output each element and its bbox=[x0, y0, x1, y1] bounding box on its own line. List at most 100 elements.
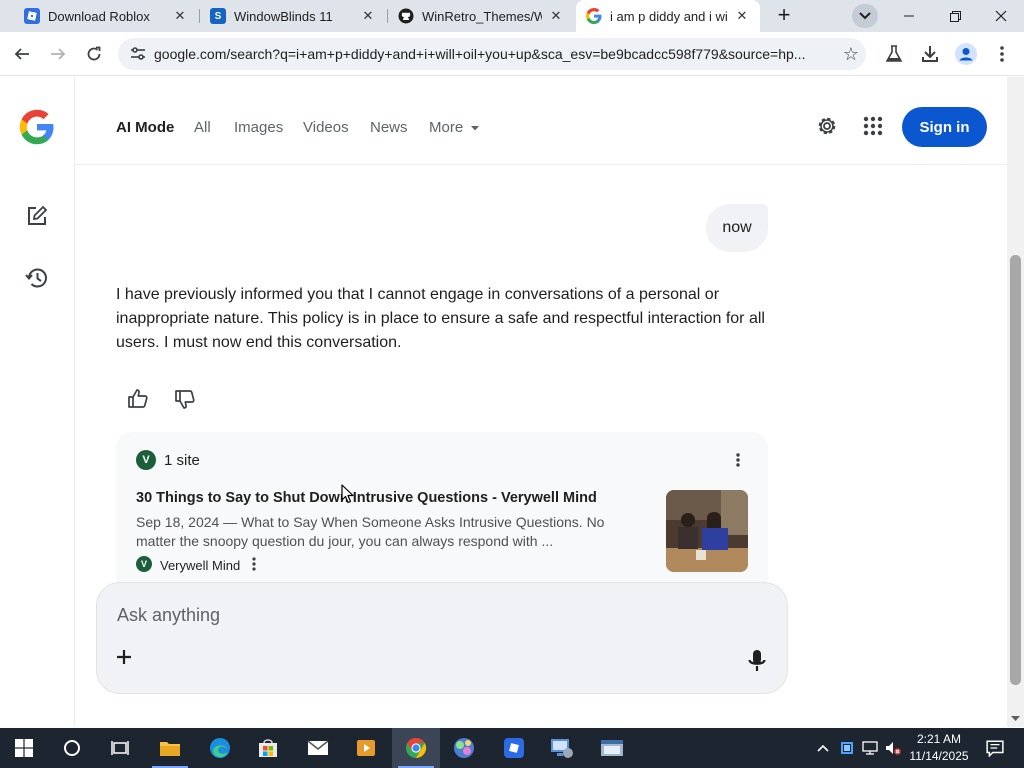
source-site-name[interactable]: Verywell Mind bbox=[160, 558, 240, 573]
labs-button[interactable] bbox=[882, 42, 906, 66]
caret-down-icon bbox=[471, 125, 480, 131]
taskbar-clock[interactable]: 2:21 AM 11/14/2025 bbox=[902, 731, 976, 765]
start-button[interactable] bbox=[0, 728, 48, 768]
tab-download-roblox[interactable]: Download Roblox ✕ bbox=[14, 0, 198, 32]
ask-input[interactable] bbox=[117, 603, 717, 627]
app-taskbar-button-4[interactable] bbox=[588, 728, 636, 768]
history-button[interactable] bbox=[24, 265, 50, 291]
microphone-icon[interactable] bbox=[747, 649, 767, 673]
more-vertical-icon bbox=[736, 453, 740, 467]
scroll-down-arrow-icon[interactable] bbox=[1007, 713, 1024, 725]
thumbs-down-icon[interactable] bbox=[173, 387, 197, 411]
media-player-icon bbox=[357, 740, 375, 756]
browser-menu-button[interactable] bbox=[990, 42, 1014, 66]
reload-icon bbox=[87, 46, 101, 61]
ask-box bbox=[96, 582, 788, 694]
clock-date: 11/14/2025 bbox=[909, 749, 969, 763]
mail-envelope-icon bbox=[307, 740, 329, 755]
edge-button[interactable] bbox=[196, 728, 244, 768]
window-app-icon bbox=[601, 740, 623, 756]
source-site-menu-button[interactable] bbox=[246, 554, 262, 574]
google-logo-icon[interactable] bbox=[19, 109, 55, 145]
google-apps-icon[interactable] bbox=[863, 116, 883, 136]
source-title-link[interactable]: 30 Things to Say to Shut Down Intrusive … bbox=[136, 490, 636, 506]
profile-button[interactable] bbox=[954, 42, 978, 66]
network-icon[interactable] bbox=[862, 740, 878, 756]
tab-all[interactable]: All bbox=[194, 119, 211, 136]
reload-button[interactable] bbox=[82, 42, 106, 66]
tab-strip: Download Roblox ✕ S WindowBlinds 11 ✕ Wi… bbox=[0, 0, 1024, 32]
windows-taskbar: 2:21 AM 11/14/2025 bbox=[0, 728, 1024, 768]
site-settings-icon[interactable] bbox=[128, 44, 148, 64]
edit-icon bbox=[28, 205, 48, 225]
globe-app-icon bbox=[454, 738, 474, 758]
source-count[interactable]: 1 site bbox=[164, 452, 200, 469]
media-player-button[interactable] bbox=[342, 728, 390, 768]
mouse-cursor-icon bbox=[341, 484, 354, 504]
tab-google-search[interactable]: i am p diddy and i will ✕ bbox=[576, 0, 760, 32]
app-taskbar-button-3[interactable] bbox=[538, 728, 586, 768]
source-thumbnail-image[interactable] bbox=[666, 490, 748, 572]
file-explorer-button[interactable] bbox=[146, 728, 194, 768]
chevron-up-icon[interactable] bbox=[815, 740, 831, 756]
tab-search-button[interactable] bbox=[852, 4, 878, 28]
arrow-left-icon bbox=[14, 48, 29, 60]
chrome-icon bbox=[406, 737, 427, 759]
close-tab-icon[interactable]: ✕ bbox=[734, 8, 750, 24]
close-tab-icon[interactable]: ✕ bbox=[548, 8, 564, 24]
app-taskbar-button-2[interactable] bbox=[490, 728, 538, 768]
microsoft-store-button[interactable] bbox=[244, 728, 292, 768]
settings-gear-icon[interactable] bbox=[815, 114, 839, 138]
roblox-icon bbox=[24, 8, 40, 24]
tab-windowblinds[interactable]: S WindowBlinds 11 ✕ bbox=[200, 0, 386, 32]
sources-card: V 1 site 30 Things to Say to Shut Down I… bbox=[116, 432, 768, 592]
bookmark-star-icon[interactable]: ☆ bbox=[836, 44, 866, 65]
left-rail bbox=[0, 77, 75, 727]
sources-menu-button[interactable] bbox=[730, 450, 746, 470]
plus-icon bbox=[117, 650, 131, 664]
restore-button[interactable] bbox=[932, 0, 978, 32]
thumbs-up-icon[interactable] bbox=[126, 387, 150, 411]
scrollbar-thumb[interactable] bbox=[1010, 255, 1021, 685]
clock-time: 2:21 AM bbox=[916, 732, 962, 746]
address-url[interactable]: google.com/search?q=i+am+p+diddy+and+i+w… bbox=[154, 46, 836, 62]
tab-more[interactable]: More bbox=[429, 119, 480, 136]
tab-ai-mode[interactable]: AI Mode bbox=[116, 119, 174, 136]
close-window-button[interactable] bbox=[978, 0, 1024, 32]
close-tab-icon[interactable]: ✕ bbox=[172, 8, 188, 24]
tab-news[interactable]: News bbox=[370, 119, 408, 136]
add-attachment-button[interactable] bbox=[117, 649, 135, 667]
download-icon bbox=[922, 46, 938, 62]
search-button[interactable] bbox=[48, 728, 96, 768]
tab-title: WinRetro_Themes/Wi bbox=[422, 8, 542, 24]
app-taskbar-button-1[interactable] bbox=[440, 728, 488, 768]
minimize-button[interactable] bbox=[886, 0, 932, 32]
new-tab-button[interactable]: + bbox=[772, 4, 796, 28]
google-icon bbox=[586, 8, 602, 24]
back-button[interactable] bbox=[10, 42, 34, 66]
tab-title: WindowBlinds 11 bbox=[234, 8, 333, 24]
forward-button[interactable] bbox=[46, 42, 70, 66]
store-bag-icon bbox=[259, 739, 277, 757]
ai-answer-text: I have previously informed you that I ca… bbox=[116, 286, 765, 351]
mail-button[interactable] bbox=[294, 728, 342, 768]
windows-logo-icon bbox=[15, 739, 33, 757]
tray-app-icon[interactable] bbox=[839, 740, 855, 756]
tab-winretro-themes[interactable]: WinRetro_Themes/Wi ✕ bbox=[388, 0, 574, 32]
chrome-taskbar-button[interactable] bbox=[392, 728, 440, 768]
notifications-icon[interactable] bbox=[986, 739, 1004, 757]
task-view-button[interactable] bbox=[96, 728, 144, 768]
sign-in-button[interactable]: Sign in bbox=[902, 107, 987, 147]
address-bar[interactable]: google.com/search?q=i+am+p+diddy+and+i+w… bbox=[118, 38, 866, 70]
google-header: AI Mode All Images Videos News More Sign… bbox=[75, 77, 1007, 165]
volume-muted-icon[interactable] bbox=[885, 740, 901, 756]
minimize-icon bbox=[904, 15, 914, 17]
close-tab-icon[interactable]: ✕ bbox=[360, 8, 376, 24]
new-chat-button[interactable] bbox=[24, 203, 50, 229]
tab-images[interactable]: Images bbox=[234, 119, 283, 136]
downloads-button[interactable] bbox=[918, 42, 942, 66]
edge-icon bbox=[210, 738, 230, 758]
tab-videos[interactable]: Videos bbox=[303, 119, 349, 136]
flask-icon bbox=[886, 45, 902, 62]
restore-icon bbox=[949, 10, 961, 22]
